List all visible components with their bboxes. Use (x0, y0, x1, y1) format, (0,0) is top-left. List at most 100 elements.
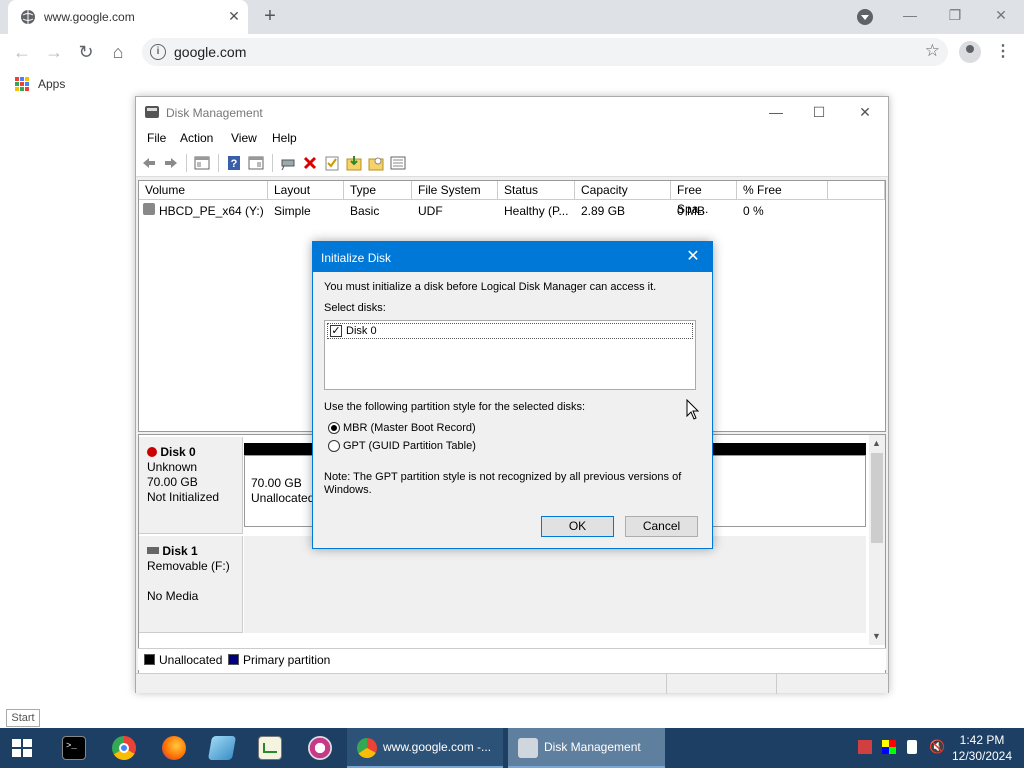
menu-view[interactable]: View (231, 131, 257, 145)
details-icon[interactable] (390, 155, 406, 171)
site-info-icon[interactable]: i (150, 44, 166, 60)
taskbar-task-chrome[interactable]: www.google.com -... (347, 728, 503, 768)
legend-swatch-primary (228, 654, 239, 665)
toolbar-separator (218, 154, 219, 172)
paint-icon[interactable] (308, 736, 332, 760)
browser-tab[interactable]: www.google.com ✕ (8, 0, 248, 34)
taskbar-task-disk-management[interactable]: Disk Management (508, 728, 665, 768)
disk-listbox[interactable]: ✓ Disk 0 (324, 320, 696, 390)
maximize-icon[interactable]: ☐ (804, 102, 834, 122)
ok-button[interactable]: OK (541, 516, 614, 537)
close-window-icon[interactable]: ✕ (850, 102, 880, 122)
restore-icon[interactable]: ❐ (940, 4, 970, 26)
minimize-icon[interactable]: — (761, 102, 791, 122)
chrome-menu-icon[interactable]: ⋮ (995, 41, 1011, 63)
disk-item-label: Disk 0 (346, 325, 377, 337)
browser-toolbar: ← → ↻ ⌂ i google.com ☆ ⋮ (0, 34, 1024, 70)
clock-time: 1:42 PM (959, 733, 1005, 747)
profile-avatar-icon[interactable] (959, 41, 981, 63)
disk-1-size (147, 574, 234, 589)
dialog-message: You must initialize a disk before Logica… (324, 281, 657, 293)
dialog-close-icon[interactable]: ✕ (681, 247, 705, 267)
status-divider (666, 674, 667, 694)
legend-unallocated: Unallocated (159, 653, 223, 667)
close-window-icon[interactable]: ✕ (986, 4, 1016, 26)
firefox-icon[interactable] (162, 736, 186, 760)
column-header-layout[interactable]: Layout (268, 181, 344, 200)
system-clock[interactable]: 1:42 PM 12/30/2024 (950, 732, 1014, 764)
legend: Unallocated Primary partition (138, 648, 886, 670)
column-header-percent-free[interactable]: % Free (737, 181, 828, 200)
bookmark-star-icon[interactable]: ☆ (925, 41, 940, 61)
list-item[interactable]: ✓ Disk 0 (327, 323, 693, 339)
check-icon[interactable] (324, 155, 340, 171)
notepad-icon[interactable] (207, 736, 237, 760)
reload-icon[interactable]: ↻ (76, 42, 96, 62)
column-header-status[interactable]: Status (498, 181, 575, 200)
scrollbar-thumb[interactable] (871, 453, 883, 543)
delete-icon[interactable] (302, 155, 318, 171)
forward-icon[interactable] (163, 155, 179, 171)
cell-layout: Simple (274, 204, 311, 218)
address-text: google.com (174, 44, 247, 60)
forward-arrow-icon[interactable]: → (44, 42, 64, 62)
column-header-type[interactable]: Type (344, 181, 412, 200)
disk-1-header[interactable]: Disk 1 Removable (F:) No Media (139, 536, 243, 633)
scroll-down-icon[interactable]: ▼ (872, 631, 881, 641)
tab-close-icon[interactable]: ✕ (226, 8, 242, 24)
mbr-radio[interactable] (328, 422, 340, 434)
back-arrow-icon[interactable]: ← (12, 42, 32, 62)
back-icon[interactable] (141, 155, 157, 171)
chrome-icon[interactable] (112, 736, 136, 760)
dialog-title: Initialize Disk (321, 251, 392, 265)
tray-usb-icon[interactable] (907, 740, 917, 754)
dialog-titlebar[interactable]: Initialize Disk ✕ (313, 242, 712, 272)
connect-icon[interactable] (280, 155, 296, 171)
tray-network-icon[interactable] (858, 740, 872, 754)
spreadsheet-icon[interactable] (258, 736, 282, 760)
vertical-scrollbar[interactable]: ▲ ▼ (869, 435, 885, 645)
minimize-icon[interactable]: — (895, 4, 925, 26)
window-title: Disk Management (166, 106, 263, 120)
legend-primary: Primary partition (243, 653, 331, 667)
column-header-filler (828, 181, 885, 200)
menu-help[interactable]: Help (272, 131, 297, 145)
cancel-button[interactable]: Cancel (625, 516, 698, 537)
open-icon[interactable] (368, 155, 384, 171)
mouse-cursor-icon (686, 399, 700, 420)
help-icon[interactable]: ? (226, 155, 242, 171)
cell-status: Healthy (P... (504, 204, 569, 218)
volume-muted-icon[interactable]: 🔇 (929, 740, 945, 754)
disk-checkbox[interactable]: ✓ (330, 325, 342, 337)
address-bar[interactable]: i google.com ☆ (142, 38, 948, 66)
window-titlebar[interactable]: Disk Management — ☐ ✕ (136, 97, 888, 127)
start-windows-icon[interactable] (12, 739, 32, 757)
disk-management-icon (145, 106, 159, 118)
column-header-capacity[interactable]: Capacity (575, 181, 671, 200)
home-icon[interactable]: ⌂ (108, 42, 128, 62)
tab-search-icon[interactable] (857, 9, 873, 25)
initialize-disk-dialog: Initialize Disk ✕ You must initialize a … (312, 241, 713, 549)
column-header-file-system[interactable]: File System (412, 181, 498, 200)
console-tree-icon[interactable] (194, 155, 210, 171)
column-header-volume[interactable]: Volume (139, 181, 268, 200)
disk-uninitialized-icon (147, 447, 157, 457)
scroll-up-icon[interactable]: ▲ (872, 438, 881, 448)
menu-file[interactable]: File (147, 131, 166, 145)
unallocated-size: 70.00 GB (251, 476, 302, 490)
import-icon[interactable] (346, 155, 362, 171)
gpt-option-label[interactable]: GPT (GUID Partition Table) (343, 440, 476, 452)
disk-0-header[interactable]: Disk 0 Unknown 70.00 GB Not Initialized (139, 437, 243, 534)
apps-grid-icon[interactable] (15, 77, 29, 91)
column-header-free-space[interactable]: Free Spa... (671, 181, 737, 216)
disk-1-region (244, 536, 866, 633)
gpt-radio[interactable] (328, 440, 340, 452)
bookmark-apps[interactable]: Apps (38, 77, 65, 91)
mbr-option-label[interactable]: MBR (Master Boot Record) (343, 422, 476, 434)
tray-color-icon[interactable] (882, 740, 896, 754)
menu-action[interactable]: Action (180, 131, 213, 145)
properties-icon[interactable] (248, 155, 264, 171)
removable-disk-icon (147, 547, 159, 554)
terminal-icon[interactable]: >_ (62, 736, 86, 760)
new-tab-button[interactable]: + (260, 6, 280, 26)
